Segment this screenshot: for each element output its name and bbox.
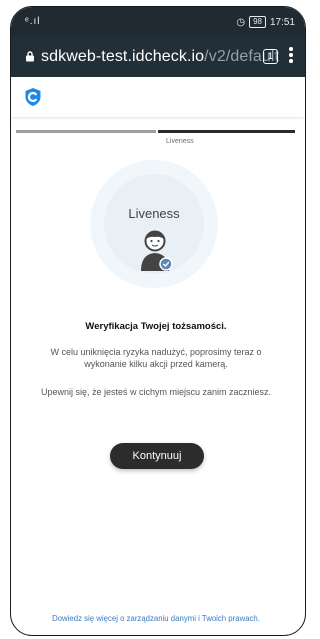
tip-text: Upewnij się, że jesteś w cichym miejscu …: [40, 387, 272, 397]
step-label: Liveness: [166, 138, 194, 145]
verified-check-icon: [159, 257, 173, 271]
browser-toolbar: sdkweb-test.idcheck.io/v2/default 1: [11, 37, 305, 77]
progress-current: [158, 130, 295, 133]
liveness-title: Liveness: [128, 206, 180, 221]
phone: ᵉ.ıl ◷ 98 17:51 sdkweb-test.idcheck.io/v…: [0, 0, 312, 639]
status-time: 17:51: [269, 16, 295, 28]
status-right: ◷ 98 17:51: [236, 16, 295, 28]
battery-indicator: 98: [249, 16, 266, 28]
user-avatar-icon: [141, 230, 173, 271]
continue-button[interactable]: Kontynuuj: [110, 443, 204, 469]
overflow-menu-icon[interactable]: [289, 47, 293, 65]
alarm-icon: ◷: [236, 16, 246, 28]
description-text: W celu uniknięcia ryzyka nadużyć, popros…: [50, 347, 262, 369]
privacy-link[interactable]: Dowiedz się więcej o zarządzaniu danymi …: [0, 614, 312, 623]
app-logo-icon: [25, 88, 41, 106]
lock-icon: [26, 51, 34, 62]
url-host: sdkweb-test.idcheck.io: [41, 48, 205, 65]
page-heading: Weryfikacja Twojej tożsamości.: [85, 321, 227, 332]
status-bar: ᵉ.ıl ◷ 98 17:51: [11, 7, 305, 37]
tabs-icon[interactable]: 1: [263, 49, 278, 64]
signal-icon: ᵉ.ıl: [25, 16, 41, 27]
step-progress-bar: [16, 130, 295, 133]
app-header: [11, 77, 305, 117]
progress-completed: [16, 130, 156, 133]
address-bar[interactable]: sdkweb-test.idcheck.io/v2/default: [41, 48, 279, 66]
